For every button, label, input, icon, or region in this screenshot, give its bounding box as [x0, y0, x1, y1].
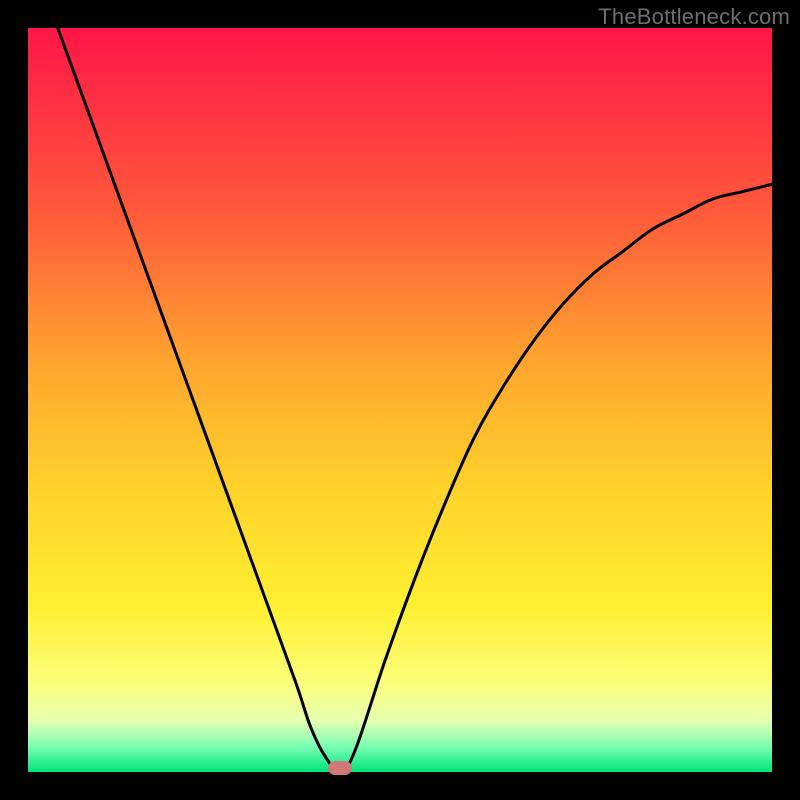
- bottleneck-curve: [58, 28, 772, 772]
- chart-frame: TheBottleneck.com: [0, 0, 800, 800]
- plot-area: [28, 28, 772, 772]
- watermark-label: TheBottleneck.com: [598, 4, 790, 30]
- curve-svg: [28, 28, 772, 772]
- minimum-marker: [328, 761, 352, 775]
